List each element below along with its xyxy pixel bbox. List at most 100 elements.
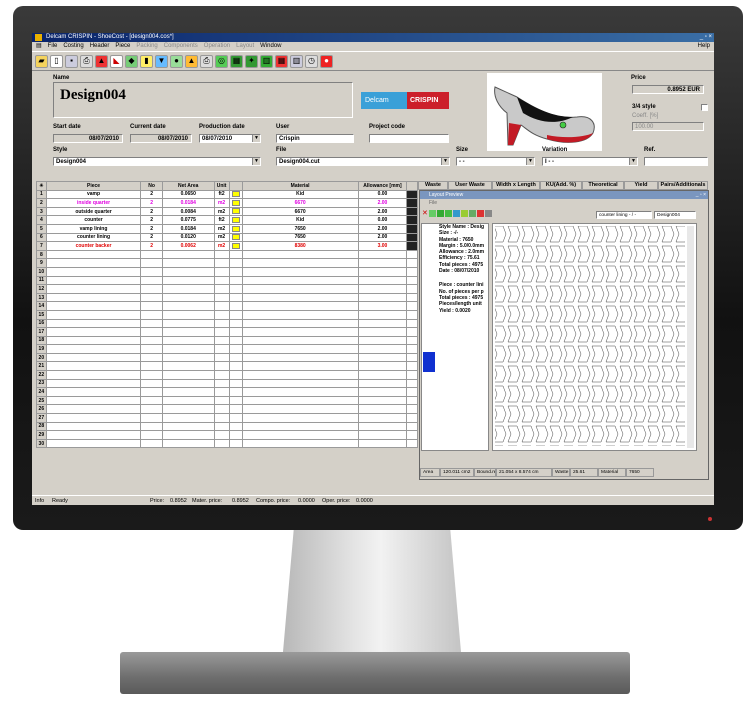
empty-cell[interactable] bbox=[140, 352, 163, 363]
table-row[interactable]: 14 bbox=[36, 301, 418, 311]
empty-cell[interactable] bbox=[45, 438, 142, 449]
empty-cell[interactable] bbox=[406, 438, 418, 449]
material-icon[interactable]: ▮ bbox=[140, 54, 153, 68]
material-icon-cell[interactable] bbox=[228, 198, 243, 208]
col-piece[interactable]: Piece bbox=[45, 181, 142, 191]
empty-cell[interactable] bbox=[45, 309, 142, 320]
empty-cell[interactable] bbox=[161, 309, 215, 320]
empty-cell[interactable] bbox=[357, 361, 408, 372]
empty-cell[interactable] bbox=[241, 249, 359, 260]
material-icon-cell[interactable] bbox=[228, 241, 243, 251]
nesting-layout-canvas[interactable] bbox=[492, 223, 697, 451]
unit-cell[interactable]: m2 bbox=[213, 241, 230, 251]
empty-cell[interactable] bbox=[241, 421, 359, 432]
file-dropdown[interactable]: Design004.cut ▼ bbox=[276, 157, 450, 166]
columns-icon[interactable]: ▥ bbox=[290, 54, 303, 68]
variation-dropdown[interactable]: I - - ▼ bbox=[542, 157, 638, 166]
empty-cell[interactable] bbox=[357, 292, 408, 303]
empty-cell[interactable] bbox=[161, 378, 215, 389]
extra-cell[interactable] bbox=[406, 232, 418, 243]
empty-cell[interactable] bbox=[228, 421, 243, 432]
allowance-cell[interactable]: 0.00 bbox=[357, 215, 408, 225]
empty-cell[interactable] bbox=[228, 370, 243, 380]
empty-cell[interactable] bbox=[357, 275, 408, 286]
col-allowance[interactable]: Allowance [mm] bbox=[357, 181, 408, 191]
print-icon[interactable] bbox=[484, 210, 492, 217]
empty-cell[interactable] bbox=[161, 352, 215, 363]
empty-cell[interactable] bbox=[357, 258, 408, 268]
allowance-cell[interactable]: 2.00 bbox=[357, 206, 408, 217]
window-controls[interactable]: _ ▫ × bbox=[700, 33, 712, 42]
empty-cell[interactable] bbox=[161, 335, 215, 346]
extra-cell[interactable] bbox=[406, 223, 418, 234]
table-row[interactable]: 26 bbox=[36, 404, 418, 415]
empty-cell[interactable] bbox=[140, 387, 163, 397]
empty-cell[interactable] bbox=[45, 361, 142, 372]
mirror-icon[interactable] bbox=[468, 210, 476, 217]
empty-cell[interactable] bbox=[228, 361, 243, 372]
empty-cell[interactable] bbox=[213, 413, 230, 423]
empty-cell[interactable] bbox=[241, 292, 359, 303]
empty-cell[interactable] bbox=[406, 327, 418, 337]
allowance-cell[interactable]: 0.00 bbox=[357, 189, 408, 200]
empty-cell[interactable] bbox=[161, 421, 215, 432]
empty-cell[interactable] bbox=[357, 327, 408, 337]
stop-icon[interactable]: ● bbox=[320, 54, 333, 68]
empty-cell[interactable] bbox=[213, 421, 230, 432]
table-row[interactable]: 3 outside quarter 2 0.0084 m2 6670 2.00 bbox=[36, 206, 418, 217]
empty-cell[interactable] bbox=[161, 430, 215, 440]
material-cell[interactable]: Kid bbox=[241, 215, 359, 225]
empty-cell[interactable] bbox=[241, 430, 359, 440]
empty-cell[interactable] bbox=[161, 344, 215, 354]
empty-cell[interactable] bbox=[241, 344, 359, 354]
empty-cell[interactable] bbox=[241, 438, 359, 449]
allowance-cell[interactable]: 2.00 bbox=[357, 232, 408, 243]
empty-cell[interactable] bbox=[140, 378, 163, 389]
no-cell[interactable]: 2 bbox=[140, 223, 163, 234]
empty-cell[interactable] bbox=[140, 249, 163, 260]
empty-cell[interactable] bbox=[161, 284, 215, 294]
user-field[interactable]: Crispin bbox=[276, 134, 354, 143]
no-cell[interactable]: 2 bbox=[140, 241, 163, 251]
chevron-down-icon[interactable]: ▼ bbox=[252, 158, 260, 165]
empty-cell[interactable] bbox=[45, 249, 142, 260]
empty-cell[interactable] bbox=[213, 266, 230, 277]
no-cell[interactable]: 2 bbox=[140, 189, 163, 200]
menu-window[interactable]: Window bbox=[260, 42, 281, 51]
table-row[interactable]: 28 bbox=[36, 421, 418, 432]
table-row[interactable]: 20 bbox=[36, 352, 418, 363]
unit-cell[interactable]: m2 bbox=[213, 223, 230, 234]
material-cell[interactable]: 7650 bbox=[241, 223, 359, 234]
extra-cell[interactable] bbox=[406, 215, 418, 225]
empty-cell[interactable] bbox=[161, 404, 215, 415]
empty-cell[interactable] bbox=[241, 413, 359, 423]
empty-cell[interactable] bbox=[213, 309, 230, 320]
selected-piece-swatch[interactable] bbox=[423, 352, 435, 372]
empty-cell[interactable] bbox=[228, 266, 243, 277]
table-row[interactable]: 13 bbox=[36, 292, 418, 303]
table-row[interactable]: 22 bbox=[36, 370, 418, 380]
piece-cell[interactable]: outside quarter bbox=[45, 206, 142, 217]
empty-cell[interactable] bbox=[161, 266, 215, 277]
empty-cell[interactable] bbox=[228, 352, 243, 363]
empty-cell[interactable] bbox=[228, 327, 243, 337]
empty-cell[interactable] bbox=[45, 370, 142, 380]
empty-cell[interactable] bbox=[213, 378, 230, 389]
table-row[interactable]: 19 bbox=[36, 344, 418, 354]
empty-cell[interactable] bbox=[45, 284, 142, 294]
empty-cell[interactable] bbox=[228, 292, 243, 303]
style34-checkbox[interactable] bbox=[701, 104, 708, 111]
empty-cell[interactable] bbox=[241, 370, 359, 380]
empty-cell[interactable] bbox=[406, 352, 418, 363]
empty-cell[interactable] bbox=[357, 335, 408, 346]
material-cell[interactable]: Kid bbox=[241, 189, 359, 200]
printer-icon[interactable]: ⎙ bbox=[200, 54, 213, 68]
empty-cell[interactable] bbox=[45, 258, 142, 268]
empty-cell[interactable] bbox=[161, 370, 215, 380]
empty-cell[interactable] bbox=[357, 378, 408, 389]
no-cell[interactable]: 2 bbox=[140, 232, 163, 243]
empty-cell[interactable] bbox=[228, 258, 243, 268]
empty-cell[interactable] bbox=[357, 284, 408, 294]
layout-icon[interactable] bbox=[452, 210, 460, 217]
empty-cell[interactable] bbox=[140, 292, 163, 303]
